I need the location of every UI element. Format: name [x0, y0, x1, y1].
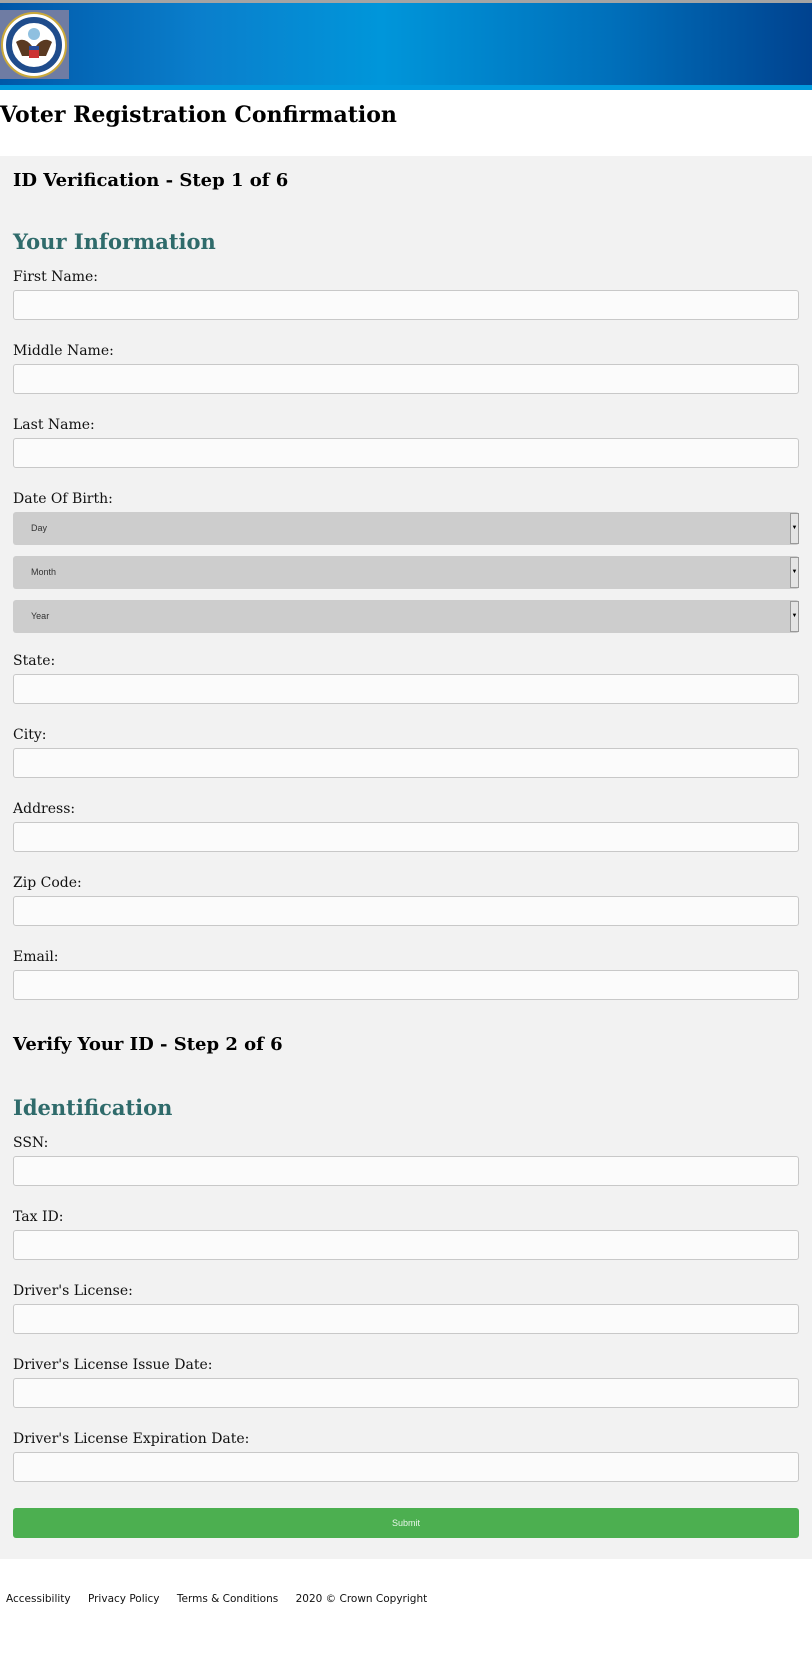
dropdown-arrow-icon[interactable]: ▼	[790, 601, 799, 632]
tax-id-label: Tax ID:	[13, 1209, 64, 1225]
email-label: Email:	[13, 949, 59, 965]
city-field: City:	[13, 724, 799, 778]
site-header	[0, 3, 812, 85]
license-issue-date-label: Driver's License Issue Date:	[13, 1357, 213, 1373]
drivers-license-input[interactable]	[13, 1304, 799, 1334]
dropdown-arrow-icon[interactable]: ▼	[790, 513, 799, 544]
dob-month-select[interactable]: Month ▼	[13, 556, 799, 589]
footer-link-terms[interactable]: Terms & Conditions	[177, 1593, 278, 1605]
state-input[interactable]	[13, 674, 799, 704]
address-label: Address:	[13, 801, 76, 817]
dob-label: Date Of Birth:	[13, 491, 113, 507]
dob-day-value: Day	[31, 523, 48, 533]
footer-copyright: 2020 © Crown Copyright	[295, 1593, 428, 1605]
step2-heading: Verify Your ID - Step 2 of 6	[13, 1034, 283, 1055]
email-input[interactable]	[13, 970, 799, 1000]
dob-field: Date Of Birth: Day ▼ Month ▼ Year ▼	[13, 488, 799, 633]
identification-heading: Identification	[13, 1095, 173, 1120]
submit-button[interactable]: Submit	[13, 1508, 799, 1538]
footer-link-privacy-policy[interactable]: Privacy Policy	[88, 1593, 160, 1605]
zip-code-label: Zip Code:	[13, 875, 82, 891]
last-name-label: Last Name:	[13, 417, 95, 433]
first-name-label: First Name:	[13, 269, 99, 285]
city-label: City:	[13, 727, 47, 743]
middle-name-label: Middle Name:	[13, 343, 114, 359]
tax-id-field: Tax ID:	[13, 1206, 799, 1260]
middle-name-field: Middle Name:	[13, 340, 799, 394]
drivers-license-label: Driver's License:	[13, 1283, 133, 1299]
footer: Accessibility Privacy Policy Terms & Con…	[0, 1559, 812, 1653]
license-issue-date-field: Driver's License Issue Date:	[13, 1354, 799, 1408]
step1-heading: ID Verification - Step 1 of 6	[13, 170, 289, 191]
ssn-label: SSN:	[13, 1135, 49, 1151]
drivers-license-field: Driver's License:	[13, 1280, 799, 1334]
license-issue-date-input[interactable]	[13, 1378, 799, 1408]
dob-day-select[interactable]: Day ▼	[13, 512, 799, 545]
registration-form: ID Verification - Step 1 of 6 Your Infor…	[0, 156, 812, 1559]
ssn-field: SSN:	[13, 1132, 799, 1186]
dob-month-value: Month	[31, 567, 57, 577]
dob-year-value: Year	[31, 611, 50, 621]
middle-name-input[interactable]	[13, 364, 799, 394]
state-field: State:	[13, 650, 799, 704]
license-expiration-date-label: Driver's License Expiration Date:	[13, 1431, 250, 1447]
tax-id-input[interactable]	[13, 1230, 799, 1260]
email-field: Email:	[13, 946, 799, 1000]
address-field: Address:	[13, 798, 799, 852]
ssn-input[interactable]	[13, 1156, 799, 1186]
dob-year-select[interactable]: Year ▼	[13, 600, 799, 633]
state-label: State:	[13, 653, 56, 669]
last-name-input[interactable]	[13, 438, 799, 468]
dropdown-arrow-icon[interactable]: ▼	[790, 557, 799, 588]
first-name-input[interactable]	[13, 290, 799, 320]
page-title: Voter Registration Confirmation	[0, 102, 397, 128]
address-input[interactable]	[13, 822, 799, 852]
license-expiration-date-field: Driver's License Expiration Date:	[13, 1428, 799, 1482]
license-expiration-date-input[interactable]	[13, 1452, 799, 1482]
your-information-heading: Your Information	[13, 229, 216, 254]
seal-logo	[0, 10, 69, 79]
last-name-field: Last Name:	[13, 414, 799, 468]
footer-link-accessibility[interactable]: Accessibility	[6, 1593, 71, 1605]
zip-code-field: Zip Code:	[13, 872, 799, 926]
first-name-field: First Name:	[13, 266, 799, 320]
zip-code-input[interactable]	[13, 896, 799, 926]
city-input[interactable]	[13, 748, 799, 778]
